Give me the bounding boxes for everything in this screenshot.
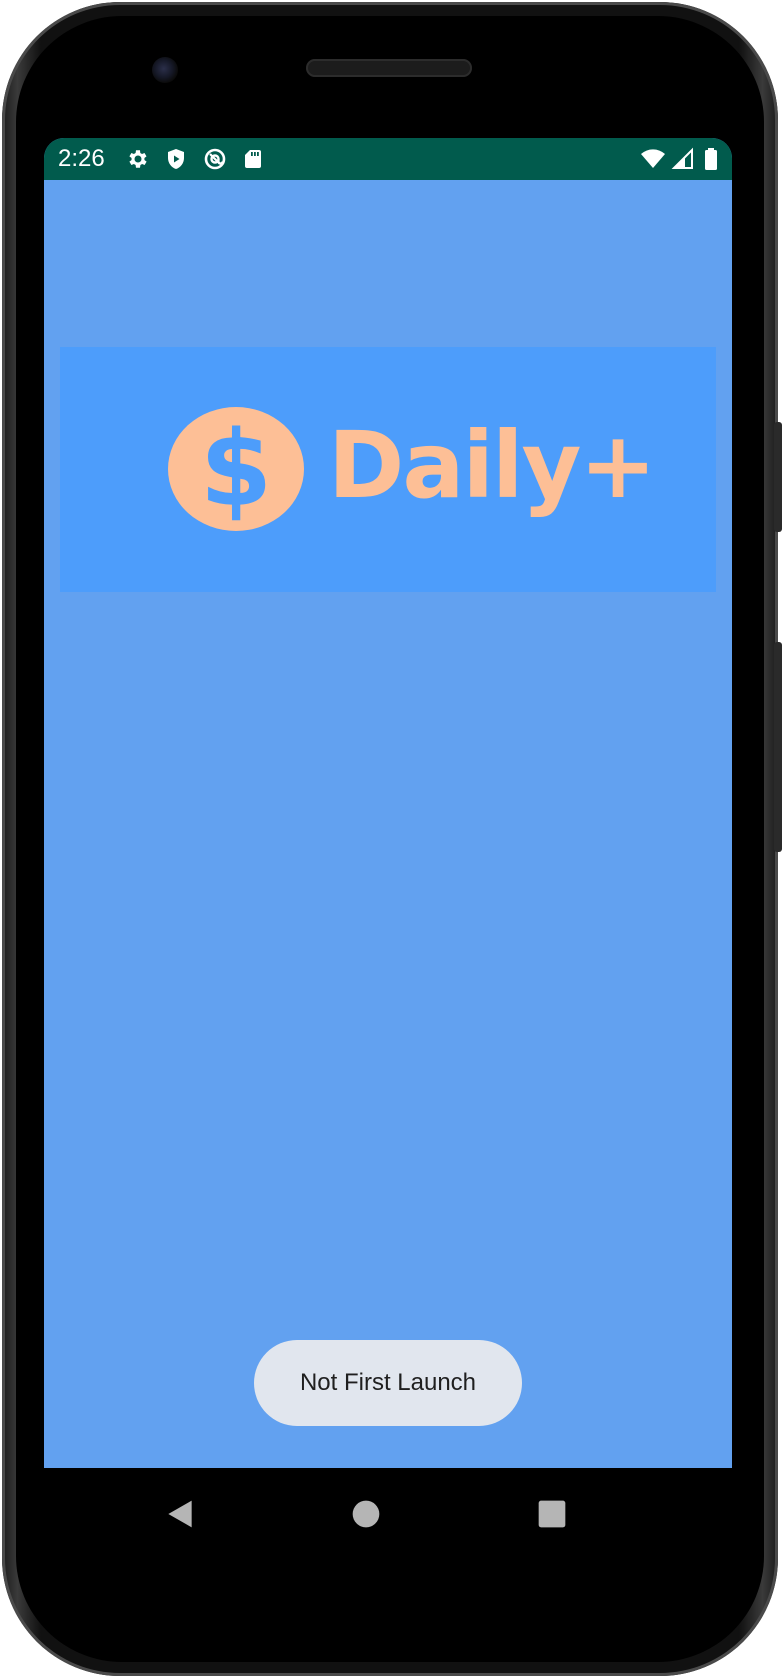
volume-rocker: [774, 642, 782, 852]
at-sync-icon: [204, 148, 226, 170]
recents-icon[interactable]: [532, 1494, 572, 1534]
status-time: 2:26: [58, 145, 105, 172]
battery-icon: [705, 148, 717, 170]
app-logo-text: Daily+: [328, 412, 657, 519]
status-bar: 2:26: [44, 138, 732, 180]
app-logo-banner: $ Daily+: [60, 347, 716, 592]
shield-play-icon: [168, 149, 184, 169]
wifi-icon: [641, 149, 665, 168]
dollar-symbol: $: [199, 408, 273, 530]
cell-signal-icon: [671, 147, 693, 169]
power-button: [774, 422, 782, 532]
screen: 2:26 $ Daily+ Not First Launch: [44, 138, 732, 1468]
earpiece-speaker: [306, 59, 472, 77]
navigation-bar: [44, 1468, 732, 1558]
front-camera: [152, 57, 178, 83]
sd-card-icon: [245, 150, 261, 168]
dollar-coin-icon: $: [168, 407, 304, 531]
toast-message: Not First Launch: [254, 1340, 522, 1426]
home-icon[interactable]: [346, 1494, 386, 1534]
gear-icon: [129, 150, 147, 168]
back-icon[interactable]: [160, 1494, 200, 1534]
